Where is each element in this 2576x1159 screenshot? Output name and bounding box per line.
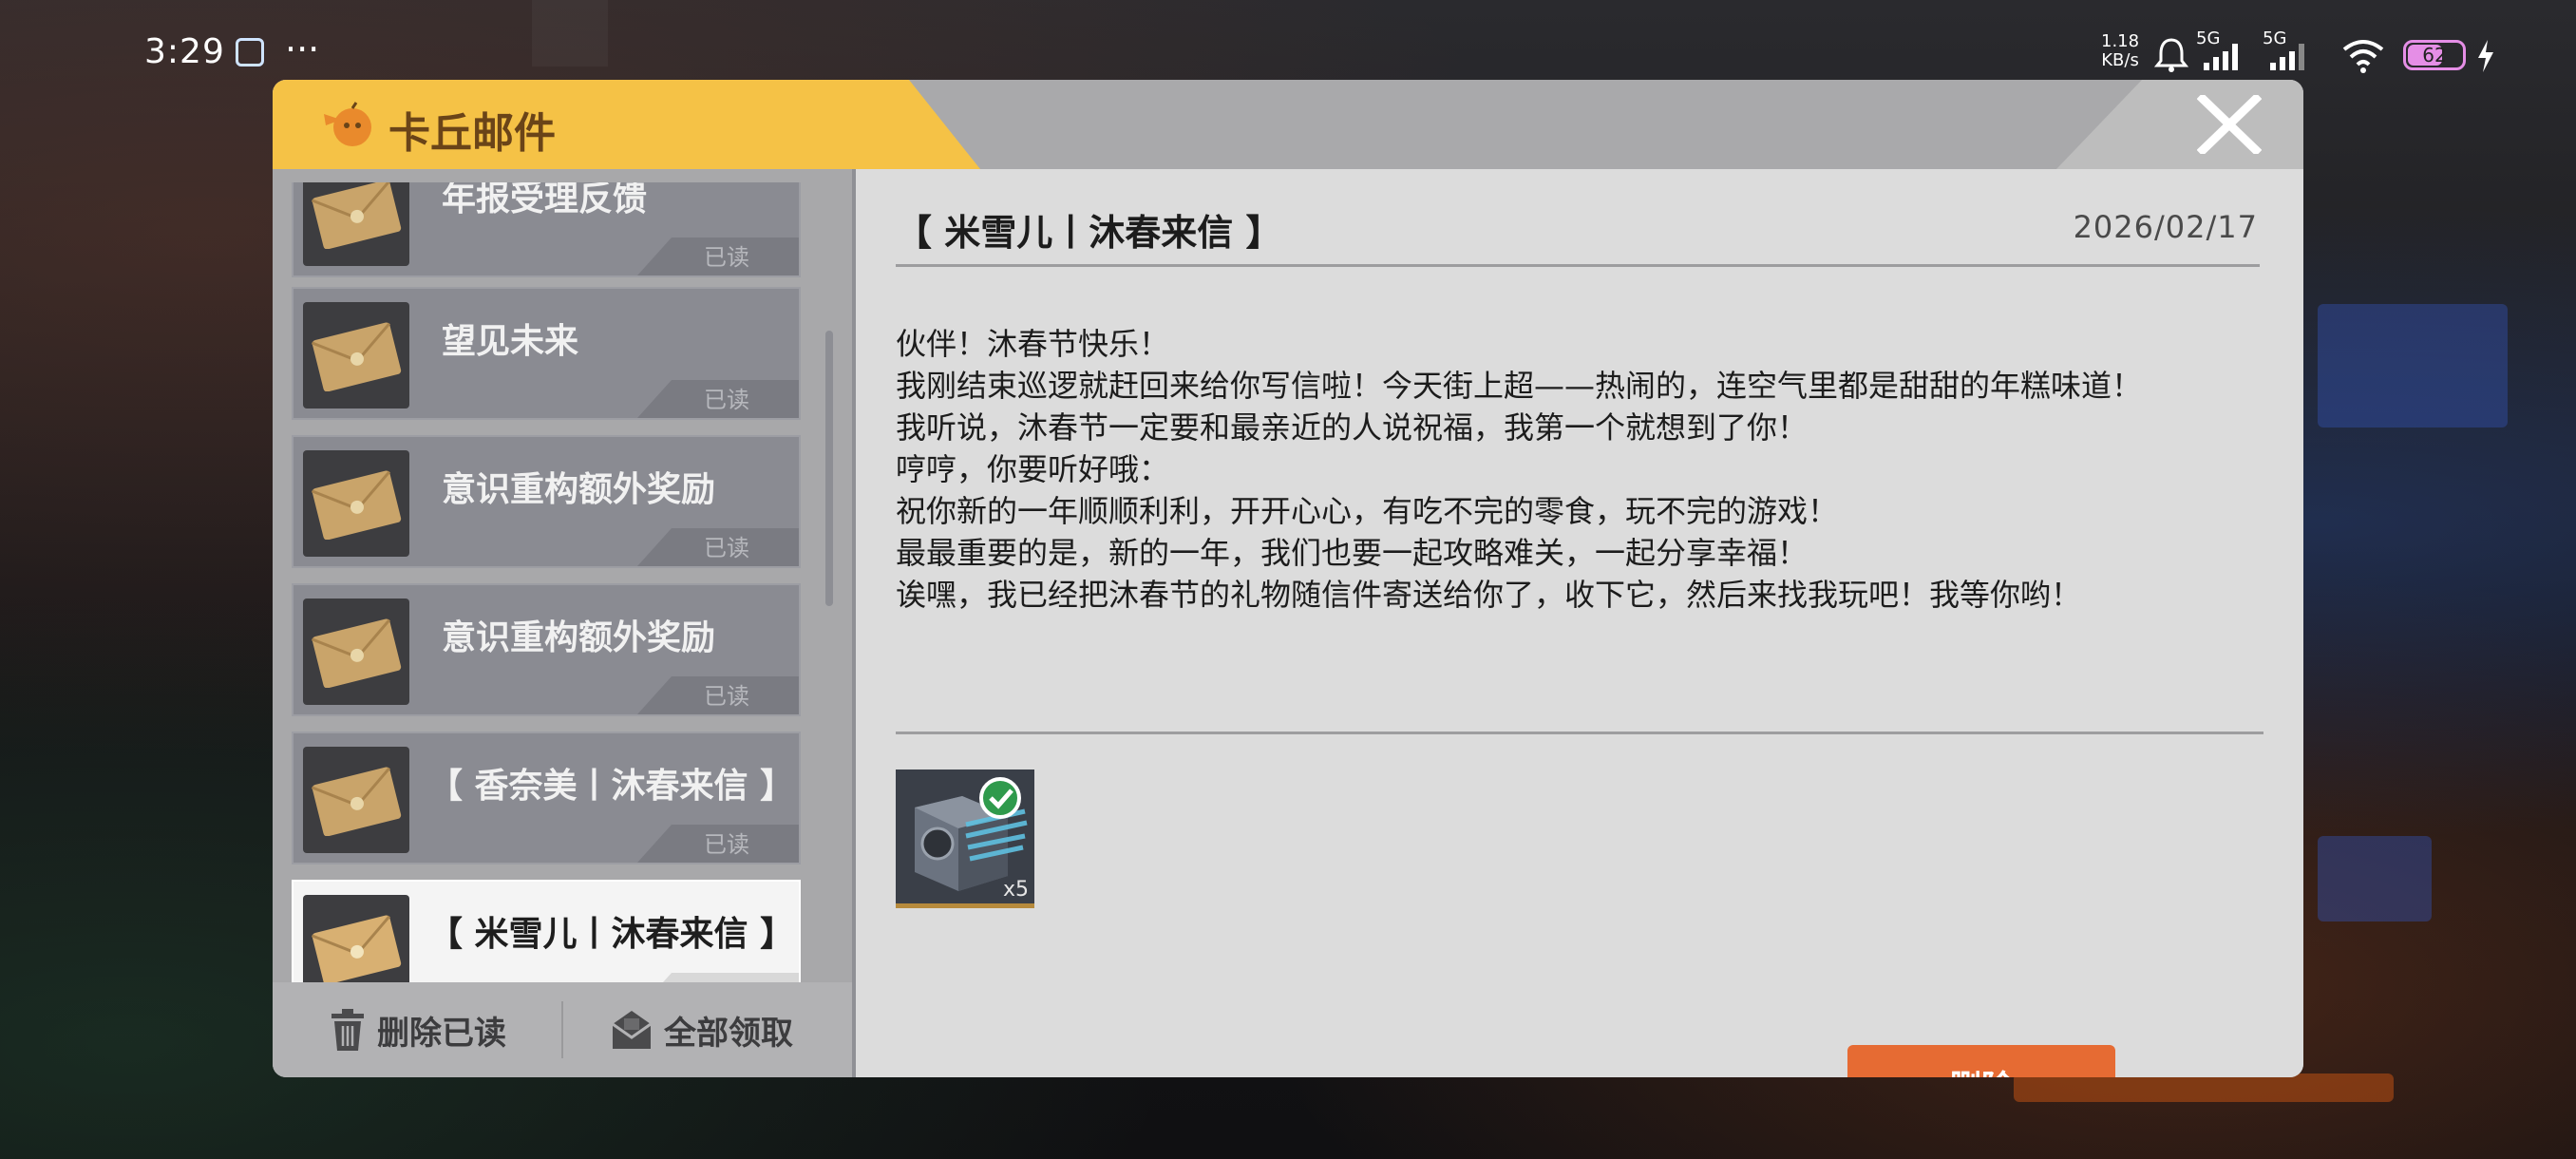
mail-item-title: 【 米雪儿丨沐春来信 】 bbox=[428, 915, 795, 954]
background-decoration bbox=[2014, 1074, 2394, 1102]
footer-divider bbox=[561, 1001, 563, 1058]
mail-date: 2026/02/17 bbox=[2073, 209, 2258, 245]
dialog-title: 卡丘邮件 bbox=[388, 109, 556, 158]
background-decoration bbox=[2318, 836, 2432, 922]
battery-icon: 62 bbox=[2403, 40, 2466, 70]
mail-list-item[interactable]: 年报受理反馈 已读 bbox=[292, 182, 801, 277]
attachment-quantity: x5 bbox=[1002, 878, 1029, 902]
notification-app-icon bbox=[236, 38, 264, 66]
mail-body-line: 祝你新的一年顺顺利利，开开心心，有吃不完的零食，玩不完的游戏！ bbox=[896, 493, 1839, 529]
wifi-icon bbox=[2342, 40, 2384, 73]
kachu-mascot-icon bbox=[324, 102, 371, 146]
read-status: 已读 bbox=[704, 387, 749, 413]
envelope-icon bbox=[311, 470, 402, 540]
attachment-item[interactable]: x5 bbox=[896, 770, 1034, 908]
mail-body-line: 哼哼，你要听好哦： bbox=[896, 451, 1170, 487]
mail-body: 伙伴！沐春节快乐！ 我刚结束巡逻就赶回来给你写信啦！今天街上超——热闹的，连空气… bbox=[896, 323, 2142, 616]
alarm-icon bbox=[2154, 38, 2188, 72]
mail-item-title: 【 香奈美丨沐春来信 】 bbox=[428, 767, 795, 806]
trash-icon bbox=[331, 1009, 364, 1051]
mail-dialog: 卡丘邮件 年报受理反馈 已读 望见未来 已读 意识重构额外奖励 已读 意识重构额… bbox=[273, 80, 2303, 1077]
envelope-icon bbox=[311, 322, 402, 391]
envelope-icon-frame bbox=[303, 302, 409, 408]
mail-list-item[interactable]: 望见未来 已读 bbox=[292, 287, 801, 420]
claim-all-label: 全部领取 bbox=[664, 1014, 793, 1053]
envelope-icon bbox=[311, 618, 402, 688]
delete-button[interactable]: 删除 bbox=[1847, 1045, 2115, 1077]
list-scrollbar[interactable] bbox=[825, 331, 833, 606]
envelope-icon-frame bbox=[303, 182, 409, 266]
close-icon bbox=[2196, 92, 2263, 157]
envelope-icon bbox=[311, 767, 402, 836]
mail-detail: 【 米雪儿丨沐春来信 】 2026/02/17 伙伴！沐春节快乐！ 我刚结束巡逻… bbox=[856, 169, 2303, 1077]
title-tab: 卡丘邮件 bbox=[273, 80, 980, 169]
envelope-icon bbox=[311, 182, 402, 249]
status-time: 3:29 bbox=[144, 32, 225, 71]
read-tag bbox=[637, 973, 799, 982]
list-footer: 删除已读 全部领取 bbox=[273, 982, 852, 1077]
mail-list-item-selected[interactable]: 【 米雪儿丨沐春来信 】 bbox=[292, 880, 801, 982]
mail-list-panel: 年报受理反馈 已读 望见未来 已读 意识重构额外奖励 已读 意识重构额外奖励 已… bbox=[273, 169, 852, 1077]
cell-signal-icon-2 bbox=[2270, 44, 2304, 70]
network-speed: 1.18 KB/s bbox=[2101, 32, 2139, 70]
divider bbox=[896, 264, 2260, 267]
background-decoration bbox=[2318, 304, 2508, 428]
more-notifications-icon: ··· bbox=[285, 28, 320, 70]
read-status: 已读 bbox=[704, 244, 749, 271]
read-status: 已读 bbox=[704, 683, 749, 710]
mail-body-line: 我刚结束巡逻就赶回来给你写信啦！今天街上超——热闹的，连空气里都是甜甜的年糕味道… bbox=[896, 368, 2143, 404]
mail-item-title: 意识重构额外奖励 bbox=[442, 470, 716, 509]
mail-body-line: 我听说，沐春节一定要和最亲近的人说祝福，我第一个就想到了你！ bbox=[896, 409, 1809, 446]
mail-item-title: 望见未来 bbox=[442, 322, 579, 361]
envelope-icon-frame bbox=[303, 450, 409, 557]
close-button[interactable] bbox=[2196, 92, 2263, 157]
mail-list-item[interactable]: 意识重构额外奖励 已读 bbox=[292, 583, 801, 716]
network-speed-value: 1.18 bbox=[2101, 31, 2140, 51]
mail-body-line: 最最重要的是，新的一年，我们也要一起攻略难关，一起分享幸福！ bbox=[896, 535, 1809, 571]
read-status: 已读 bbox=[704, 535, 749, 561]
mail-claim-icon bbox=[612, 1011, 652, 1049]
mail-body-line: 诶嘿，我已经把沐春节的礼物随信件寄送给你了，收下它，然后来找我玩吧！我等你哟！ bbox=[896, 577, 2082, 613]
cell-signal-icon bbox=[2204, 44, 2238, 70]
mail-list-item[interactable]: 【 香奈美丨沐春来信 】 已读 bbox=[292, 732, 801, 864]
envelope-icon-frame bbox=[303, 895, 409, 982]
battery-percent: 62 bbox=[2422, 44, 2447, 66]
envelope-icon bbox=[311, 915, 402, 982]
claim-all-button[interactable]: 全部领取 bbox=[611, 1003, 793, 1056]
network-speed-unit: KB/s bbox=[2101, 50, 2139, 70]
divider bbox=[896, 732, 2263, 734]
mail-list-item[interactable]: 意识重构额外奖励 已读 bbox=[292, 435, 801, 568]
mail-item-title: 年报受理反馈 bbox=[442, 182, 648, 218]
mail-item-title: 意识重构额外奖励 bbox=[442, 618, 716, 657]
envelope-icon-frame bbox=[303, 598, 409, 705]
envelope-icon-frame bbox=[303, 747, 409, 853]
read-status: 已读 bbox=[704, 831, 749, 858]
mail-list[interactable]: 年报受理反馈 已读 望见未来 已读 意识重构额外奖励 已读 意识重构额外奖励 已… bbox=[292, 182, 805, 982]
mail-body-line: 伙伴！沐春节快乐！ bbox=[896, 326, 1170, 362]
mail-title: 【 米雪儿丨沐春来信 】 bbox=[896, 212, 1282, 254]
delete-read-button[interactable]: 删除已读 bbox=[330, 1003, 506, 1056]
charging-icon bbox=[2478, 40, 2493, 72]
delete-read-label: 删除已读 bbox=[377, 1014, 506, 1053]
